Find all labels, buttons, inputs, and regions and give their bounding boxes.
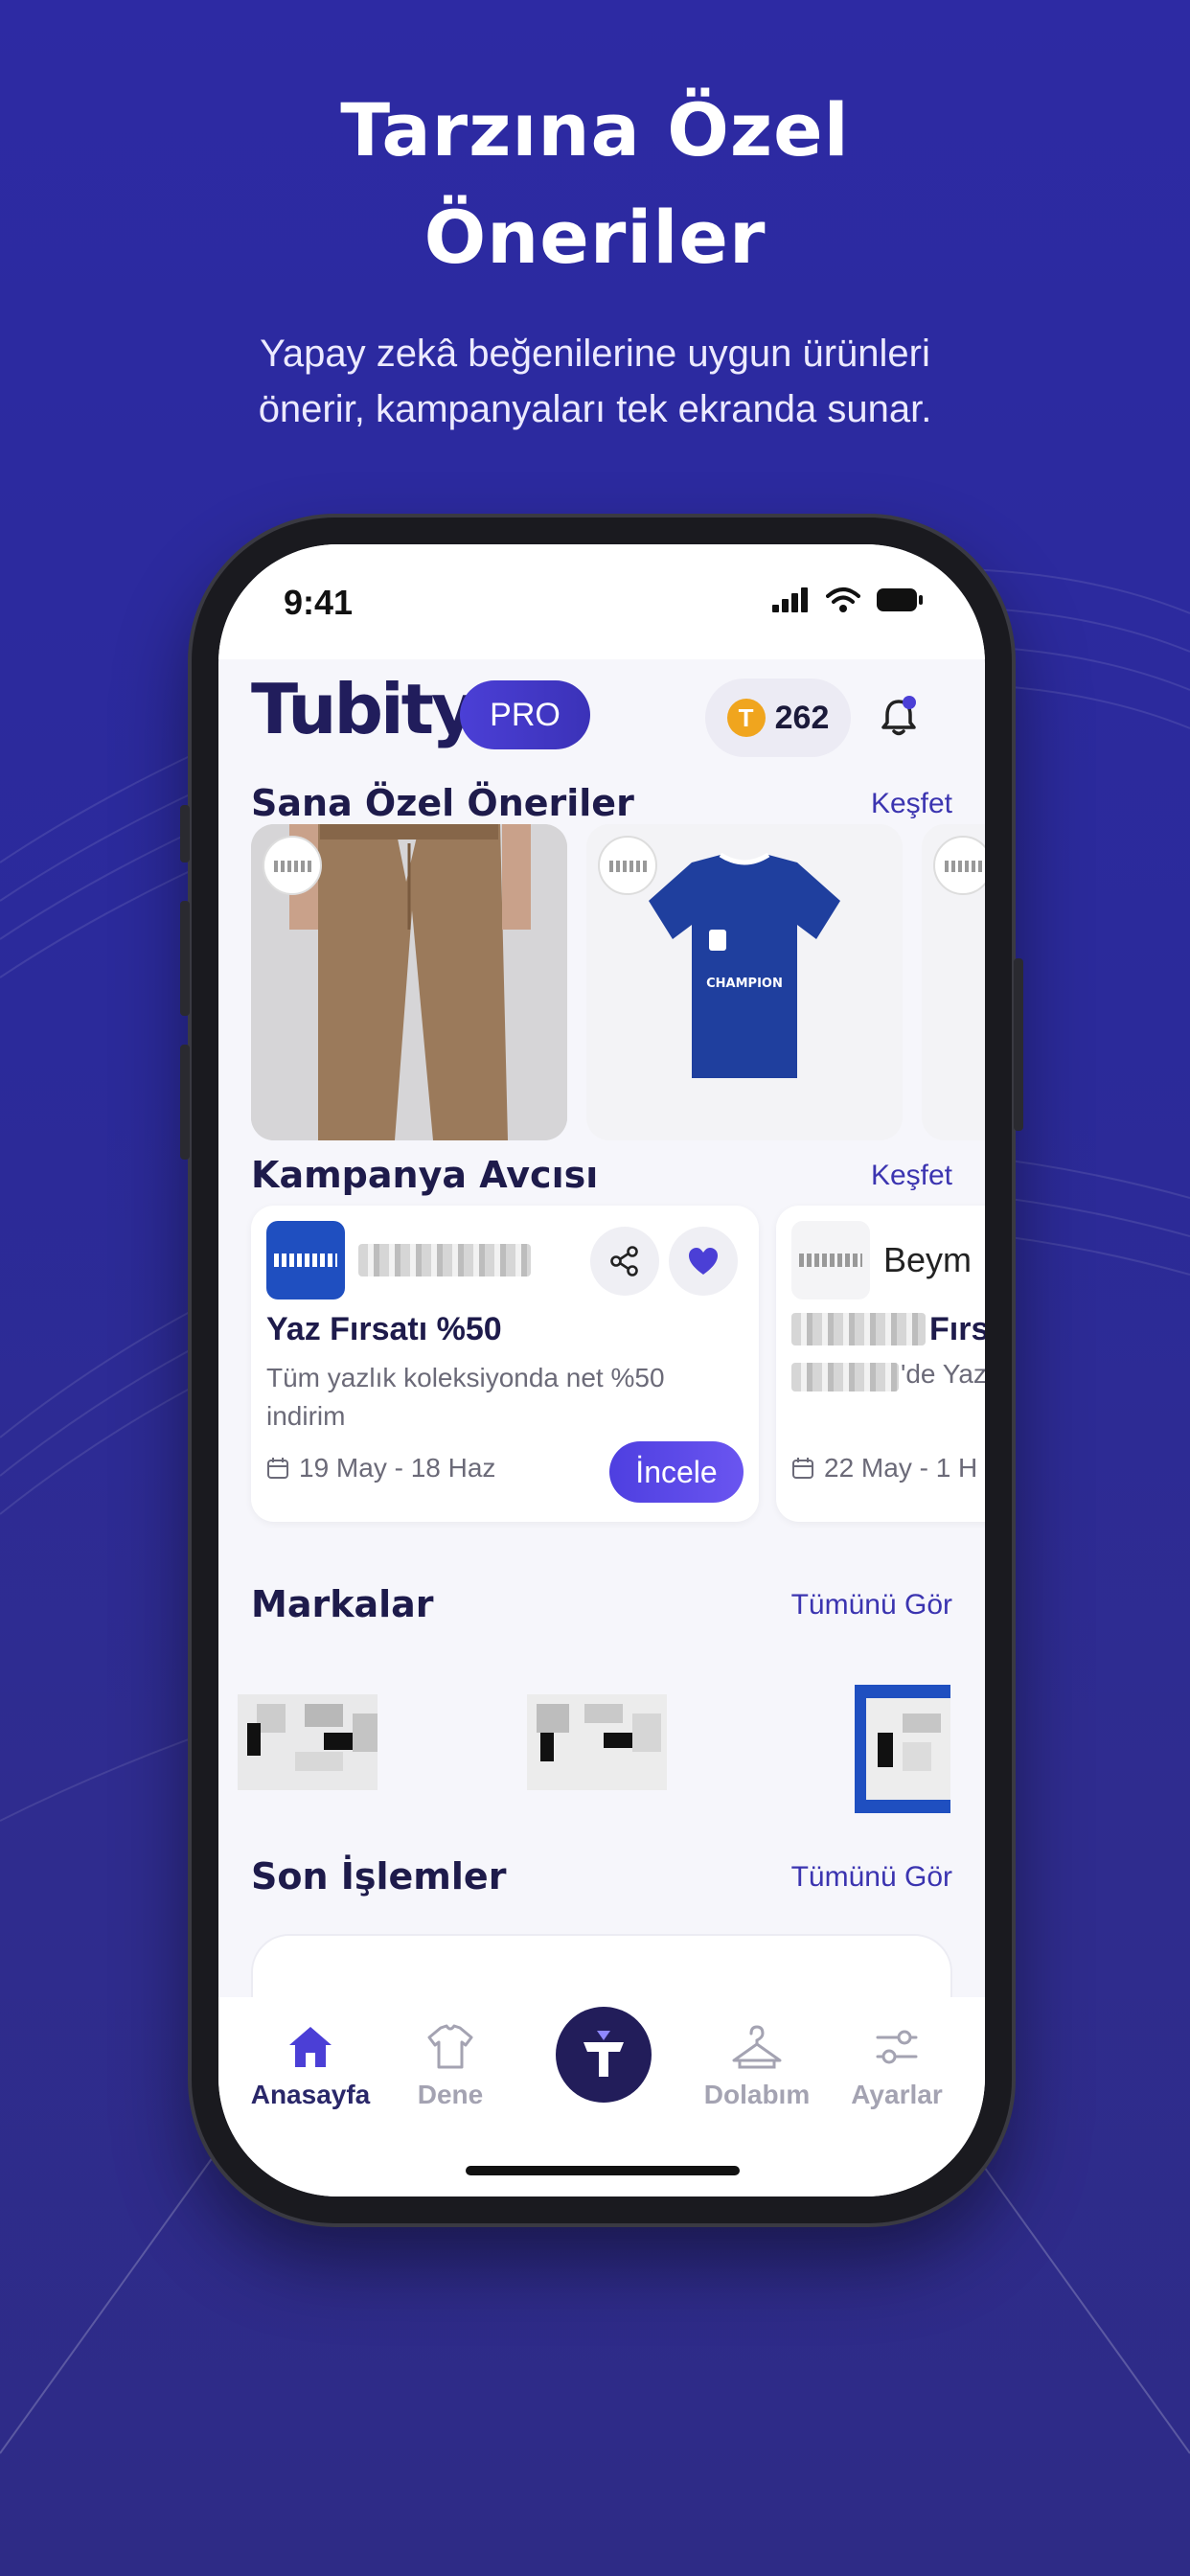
recommendation-card-trousers[interactable] <box>251 824 567 1140</box>
brand-logo[interactable] <box>527 1685 667 1790</box>
center-action-button[interactable] <box>556 2007 652 2103</box>
campaign-brand-logo-mark <box>799 1254 862 1267</box>
recommendations-title: Sana Özel Öneriler <box>251 782 634 824</box>
campaigns-title: Kampanya Avcısı <box>251 1154 599 1196</box>
tab-closet[interactable]: Dolabım <box>690 2024 824 2110</box>
battery-icon <box>877 588 923 611</box>
campaign-description-blur <box>791 1363 899 1392</box>
calendar-icon <box>792 1458 813 1479</box>
brand-badge <box>598 836 657 895</box>
hero-title-line2: Öneriler <box>423 195 767 280</box>
campaign-brand-name: Beym <box>883 1240 973 1279</box>
phone-mute-switch <box>180 805 190 862</box>
hero-subtitle-line2: önerir, kampanyaları tek ekranda sunar. <box>258 388 932 430</box>
home-indicator <box>466 2166 740 2175</box>
brand-badge <box>263 836 322 895</box>
tab-try-label: Dene <box>417 2080 484 2109</box>
hero-title: Tarzına Özel Öneriler <box>0 77 1190 291</box>
pro-badge[interactable]: PRO <box>460 680 590 749</box>
tab-home-label: Anasayfa <box>250 2080 371 2109</box>
recommendation-card-tshirt[interactable]: CHAMPION <box>586 824 903 1140</box>
hero-subtitle-line1: Yapay zekâ beğenilerine uygun ürünleri <box>260 333 930 375</box>
tab-settings[interactable]: Ayarlar <box>830 2024 964 2110</box>
campaign-date-text: 22 May - 1 H <box>824 1453 978 1483</box>
status-time: 9:41 <box>284 583 354 622</box>
coin-balance[interactable]: T 262 <box>705 678 851 757</box>
signal-icon <box>772 587 808 612</box>
calendar-icon <box>267 1458 288 1479</box>
campaign-title: Fırs <box>929 1311 985 1347</box>
coin-icon: T <box>726 699 766 737</box>
hanger-icon <box>732 2025 782 2069</box>
campaign-title: Yaz Fırsatı %50 <box>266 1311 502 1347</box>
app-screen: 9:41 Tubity PRO T 262 Sana Özel Öneriler… <box>218 544 985 2196</box>
tab-settings-label: Ayarlar <box>851 2080 943 2109</box>
app-header: Tubity PRO T 262 <box>218 659 985 765</box>
phone-volume-down <box>180 1045 190 1160</box>
campaign-card[interactable]: Yaz Fırsatı %50 Tüm yazlık koleksiyonda … <box>251 1206 759 1522</box>
hero-subtitle: Yapay zekâ beğenilerine uygun ürünleri ö… <box>0 326 1190 437</box>
brand-badge <box>933 836 985 895</box>
coin-count: 262 <box>774 699 830 736</box>
campaign-description: Tüm yazlık koleksiyonda net %50 indirim <box>266 1363 665 1431</box>
recent-title: Son İşlemler <box>251 1855 507 1898</box>
campaign-card-partial[interactable]: Beym Fırs 'de Yaz 22 May - 1 H <box>776 1206 985 1522</box>
share-icon <box>610 1246 638 1276</box>
phone-volume-up <box>180 901 190 1016</box>
campaign-brand-logo <box>266 1221 345 1300</box>
bottom-tab-bar: Anasayfa Dene Dolabım Ayarlar <box>218 1997 985 2196</box>
home-icon <box>289 2027 332 2067</box>
brand-logo[interactable] <box>238 1685 378 1790</box>
tab-home[interactable]: Anasayfa <box>243 2024 378 2110</box>
tubity-logo-icon <box>584 2031 624 2077</box>
favorite-button[interactable] <box>669 1227 738 1296</box>
brands-see-all-link[interactable]: Tümünü Gör <box>791 1589 952 1622</box>
brands-title: Markalar <box>251 1583 434 1625</box>
campaign-inspect-button[interactable]: İncele <box>609 1441 744 1503</box>
heart-icon <box>689 1248 718 1275</box>
status-bar: 9:41 <box>218 544 985 659</box>
phone-frame: 9:41 Tubity PRO T 262 Sana Özel Öneriler… <box>180 518 1023 2223</box>
tab-try[interactable]: Dene <box>383 2024 517 2110</box>
brand-logo-image <box>527 1694 667 1790</box>
campaign-brand-name <box>358 1244 531 1276</box>
tshirt-icon <box>427 2024 473 2069</box>
campaign-description: 'de Yaz <box>901 1359 985 1389</box>
share-button[interactable] <box>590 1227 659 1296</box>
status-icons <box>772 586 924 613</box>
hero-title-line1: Tarzına Özel <box>340 87 850 172</box>
wifi-icon <box>826 587 860 612</box>
campaigns-explore-link[interactable]: Keşfet <box>871 1160 952 1192</box>
campaign-date-text: 19 May - 18 Haz <box>299 1453 496 1483</box>
recent-see-all-link[interactable]: Tümünü Gör <box>791 1861 952 1894</box>
campaign-brand-logo <box>791 1221 870 1300</box>
brand-logo[interactable] <box>855 1685 950 1813</box>
campaign-title-blur <box>791 1313 926 1346</box>
hero: Tarzına Özel Öneriler Yapay zekâ beğenil… <box>0 77 1190 437</box>
sliders-icon <box>876 2030 918 2064</box>
recommendation-card-partial[interactable] <box>922 824 985 1140</box>
campaign-date: 22 May - 1 H <box>791 1453 977 1484</box>
brand-logo-image <box>238 1694 378 1790</box>
phone-power-button <box>1014 958 1023 1131</box>
tshirt-print: CHAMPION <box>706 977 783 991</box>
campaign-date: 19 May - 18 Haz <box>266 1453 495 1484</box>
bell-icon[interactable] <box>870 688 927 746</box>
tab-closet-label: Dolabım <box>703 2080 811 2109</box>
app-logo: Tubity <box>251 669 476 749</box>
recommendations-explore-link[interactable]: Keşfet <box>871 788 952 820</box>
brand-logo-image <box>855 1685 950 1813</box>
